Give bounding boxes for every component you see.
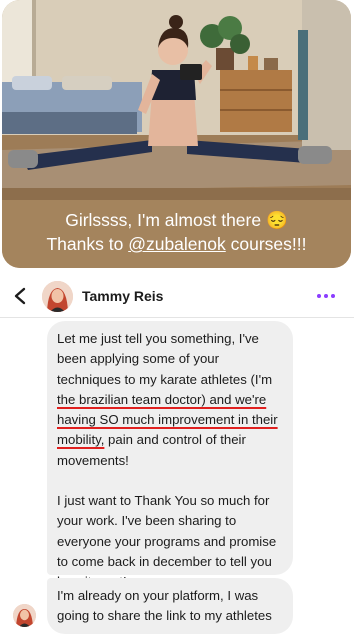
- contact-name[interactable]: Tammy Reis: [82, 288, 163, 304]
- caption-line-1: Girlssss, I'm almost there: [65, 210, 262, 230]
- caption-prefix: Thanks to: [46, 234, 129, 254]
- story-photo: [2, 0, 351, 200]
- message-text: I'm already on your platform, I was goin…: [57, 588, 272, 624]
- message-text: Let me just tell you something, I've bee…: [57, 331, 273, 387]
- chevron-left-icon: [14, 287, 26, 305]
- header-divider: [0, 317, 354, 318]
- caption-suffix: courses!!!: [225, 234, 307, 254]
- avatar[interactable]: [13, 604, 36, 627]
- message-bubble[interactable]: Let me just tell you something, I've bee…: [47, 321, 293, 589]
- more-options-button[interactable]: [314, 286, 338, 306]
- back-button[interactable]: [8, 282, 32, 310]
- chat-header: Tammy Reis: [0, 274, 354, 318]
- avatar[interactable]: [42, 281, 73, 312]
- story-caption: Girlssss, I'm almost there 😔 Thanks to @…: [2, 200, 351, 268]
- more-dots-icon: [317, 294, 321, 298]
- story-card[interactable]: Girlssss, I'm almost there 😔 Thanks to @…: [2, 0, 351, 268]
- mention-link[interactable]: @zubalenok: [128, 234, 226, 254]
- emoji-icon: 😔: [265, 210, 288, 230]
- message-bubble[interactable]: I'm already on your platform, I was goin…: [47, 578, 293, 634]
- message-paragraph: Let me just tell you something, I've bee…: [57, 329, 283, 471]
